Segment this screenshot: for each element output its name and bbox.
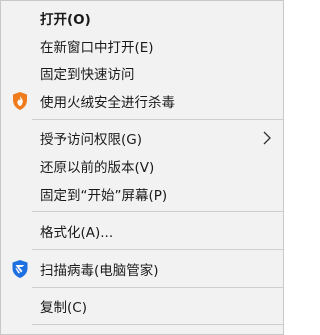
menu-item-format[interactable]: 格式化(A)... bbox=[1, 217, 283, 244]
menu-item-open-new-window[interactable]: 在新窗口中打开(E) bbox=[1, 32, 283, 59]
menu-item-label: 固定到“开始”屏幕(P) bbox=[40, 187, 168, 204]
menu-item-copy[interactable]: 复制(C) bbox=[1, 292, 283, 319]
tencent-pcmgr-shield-icon bbox=[10, 259, 30, 279]
menu-item-restore-previous-versions[interactable]: 还原以前的版本(V) bbox=[1, 152, 283, 179]
menu-item-huorong-scan[interactable]: 使用火绒安全进行杀毒 bbox=[1, 87, 283, 114]
menu-item-label: 还原以前的版本(V) bbox=[40, 159, 155, 176]
menu-separator bbox=[32, 287, 283, 288]
menu-item-label: 复制(C) bbox=[40, 299, 87, 316]
huorong-shield-icon bbox=[10, 91, 30, 111]
menu-item-label: 使用火绒安全进行杀毒 bbox=[40, 94, 175, 111]
chevron-right-icon bbox=[263, 131, 271, 144]
menu-item-label: 固定到快速访问 bbox=[40, 66, 135, 83]
menu-item-open[interactable]: 打开(O) bbox=[1, 4, 283, 31]
menu-item-label: 打开(O) bbox=[40, 11, 91, 28]
menu-item-label: 扫描病毒(电脑管家) bbox=[40, 262, 159, 279]
menu-separator bbox=[32, 249, 283, 250]
menu-item-pcmgr-scan[interactable]: 扫描病毒(电脑管家) bbox=[1, 255, 283, 282]
context-menu: 打开(O) 在新窗口中打开(E) 固定到快速访问 使用火绒安全进行杀毒 授予访问… bbox=[0, 0, 284, 335]
menu-item-label: 在新窗口中打开(E) bbox=[40, 39, 154, 56]
menu-separator bbox=[32, 324, 283, 325]
menu-item-pin-to-start[interactable]: 固定到“开始”屏幕(P) bbox=[1, 180, 283, 207]
menu-item-pin-quick-access[interactable]: 固定到快速访问 bbox=[1, 59, 283, 86]
menu-item-label: 授予访问权限(G) bbox=[40, 131, 142, 148]
menu-item-grant-access[interactable]: 授予访问权限(G) bbox=[1, 124, 283, 151]
menu-separator bbox=[32, 119, 283, 120]
menu-separator bbox=[32, 211, 283, 212]
menu-item-label: 格式化(A)... bbox=[40, 224, 114, 241]
